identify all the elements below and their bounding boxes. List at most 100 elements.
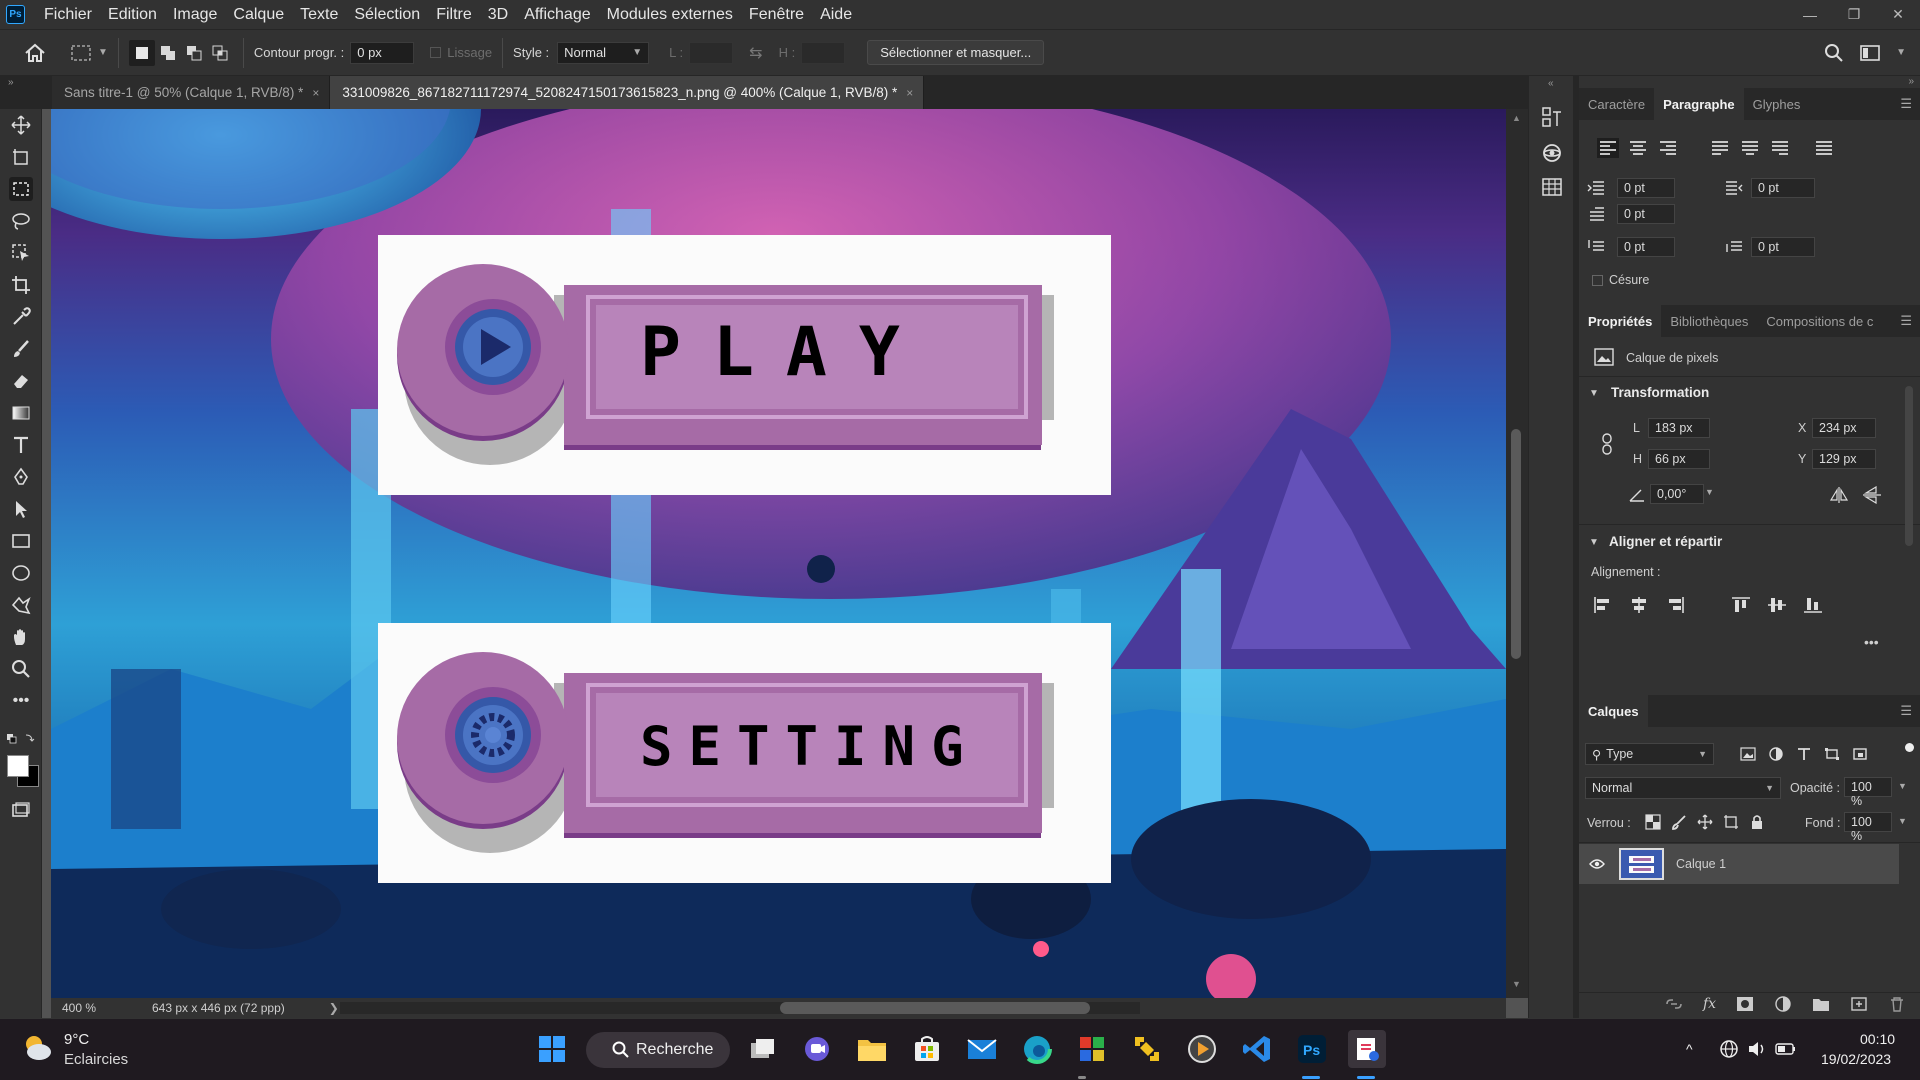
indent-left-input[interactable]: 0 pt: [1617, 178, 1675, 198]
more-tools-icon[interactable]: •••: [9, 689, 33, 713]
tab-sans-titre[interactable]: Sans titre-1 @ 50% (Calque 1, RVB/8) * ×: [52, 76, 331, 109]
filter-adjustment-icon[interactable]: [1768, 747, 1784, 761]
tab-compositions[interactable]: Compositions de c: [1757, 305, 1882, 337]
opacity-chevron-icon[interactable]: ▼: [1898, 781, 1907, 791]
height-input[interactable]: [801, 41, 846, 64]
menu-texte[interactable]: Texte: [292, 6, 346, 24]
lock-artboard-icon[interactable]: [1723, 814, 1739, 830]
swap-icon[interactable]: ⇆: [749, 43, 762, 63]
horizontal-scroll-thumb[interactable]: [780, 1002, 1090, 1014]
zoom-tool-icon[interactable]: [9, 657, 33, 681]
table-panel-icon[interactable]: [1541, 176, 1563, 203]
game-launcher-icon[interactable]: [1130, 1032, 1164, 1066]
path-selection-tool-icon[interactable]: [9, 497, 33, 521]
rectangular-marquee-tool-icon[interactable]: [9, 177, 33, 201]
restore-icon[interactable]: ❐: [1832, 0, 1876, 29]
clock-date[interactable]: 19/02/2023: [1821, 1051, 1891, 1067]
collapse-strip-icon[interactable]: «: [1548, 78, 1554, 89]
flip-vertical-icon[interactable]: [1862, 486, 1882, 504]
tab-paragraphe[interactable]: Paragraphe: [1654, 88, 1744, 120]
align-left-edges-icon[interactable]: [1593, 596, 1613, 614]
menu-fenetre[interactable]: Fenêtre: [741, 6, 812, 24]
tab-calques[interactable]: Calques: [1579, 695, 1648, 727]
layer-style-icon[interactable]: fx: [1703, 996, 1716, 1012]
lissage-checkbox[interactable]: [430, 47, 442, 58]
flip-horizontal-icon[interactable]: [1829, 486, 1849, 504]
tab-caractere[interactable]: Caractère: [1579, 88, 1654, 120]
collapse-panels-icon[interactable]: »: [1908, 76, 1914, 87]
scroll-down-icon[interactable]: ▼: [1512, 979, 1521, 989]
close-tab-icon[interactable]: ×: [312, 86, 319, 100]
more-options-button[interactable]: •••: [1864, 634, 1879, 650]
menu-fichier[interactable]: Fichier: [36, 6, 100, 24]
workspace-chevron-icon[interactable]: ▼: [1896, 47, 1906, 58]
opacity-input[interactable]: 100 %: [1844, 777, 1892, 808]
indent-right-input[interactable]: 0 pt: [1751, 178, 1815, 198]
fill-input[interactable]: 100 %: [1844, 812, 1892, 843]
layer-filter-select[interactable]: ⚲ Type ▼: [1585, 743, 1714, 765]
align-chevron-icon[interactable]: ▼: [1589, 537, 1599, 548]
layer-row-calque-1[interactable]: Calque 1: [1579, 844, 1899, 884]
transformation-chevron-icon[interactable]: ▼: [1589, 388, 1599, 399]
justify-center-icon[interactable]: [1739, 138, 1761, 158]
filter-type-icon[interactable]: [1796, 747, 1812, 761]
menu-modules-externes[interactable]: Modules externes: [599, 6, 741, 24]
edge-browser-icon[interactable]: [1020, 1032, 1054, 1066]
tab-glyphes[interactable]: Glyphes: [1744, 88, 1810, 120]
height-input[interactable]: 66 px: [1648, 449, 1710, 469]
adjustment-layer-icon[interactable]: [1774, 996, 1792, 1012]
visibility-eye-icon[interactable]: [1589, 858, 1605, 870]
windows-start-icon[interactable]: [535, 1032, 569, 1066]
tab-bibliotheques[interactable]: Bibliothèques: [1661, 305, 1757, 337]
crop-tool-icon[interactable]: [9, 273, 33, 297]
battery-icon[interactable]: [1775, 1039, 1797, 1059]
layer-name[interactable]: Calque 1: [1676, 857, 1726, 871]
new-layer-icon[interactable]: [1850, 996, 1868, 1012]
horizontal-scrollbar[interactable]: [340, 1002, 1140, 1014]
history-panel-icon[interactable]: [1541, 106, 1563, 133]
vertical-scroll-thumb[interactable]: [1511, 429, 1521, 659]
file-explorer-icon[interactable]: [855, 1032, 889, 1066]
align-vertical-centers-icon[interactable]: [1767, 596, 1787, 614]
filter-shape-icon[interactable]: [1824, 747, 1840, 761]
volume-icon[interactable]: [1747, 1039, 1767, 1059]
menu-affichage[interactable]: Affichage: [516, 6, 598, 24]
align-top-edges-icon[interactable]: [1731, 596, 1751, 614]
show-hidden-icons-chevron[interactable]: ^: [1686, 1041, 1693, 1057]
link-dimensions-icon[interactable]: [1600, 433, 1614, 455]
workspace-icon[interactable]: [1860, 44, 1880, 62]
teams-chat-icon[interactable]: [800, 1032, 834, 1066]
lock-position-icon[interactable]: [1697, 814, 1713, 830]
justify-right-icon[interactable]: [1769, 138, 1791, 158]
gradient-tool-icon[interactable]: [9, 401, 33, 425]
indent-first-line-input[interactable]: 0 pt: [1617, 204, 1675, 224]
custom-shape-tool-icon[interactable]: [9, 593, 33, 617]
width-input[interactable]: [689, 41, 734, 64]
ellipse-tool-icon[interactable]: [9, 561, 33, 585]
angle-chevron-icon[interactable]: ▼: [1705, 487, 1714, 497]
menu-edition[interactable]: Edition: [100, 6, 165, 24]
collapse-tabs-icon[interactable]: »: [8, 77, 14, 88]
taskbar-search[interactable]: Recherche: [586, 1032, 730, 1068]
menu-image[interactable]: Image: [165, 6, 225, 24]
panel-menu-icon[interactable]: ☰: [1900, 703, 1920, 719]
angle-input[interactable]: 0,00°: [1650, 484, 1704, 504]
properties-scroll-thumb[interactable]: [1905, 386, 1913, 546]
eraser-tool-icon[interactable]: [9, 369, 33, 393]
3d-panel-icon[interactable]: [1541, 142, 1563, 169]
screen-mode-icon[interactable]: [9, 798, 33, 822]
delete-layer-icon[interactable]: [1888, 996, 1906, 1012]
close-window-icon[interactable]: ✕: [1876, 0, 1920, 29]
marquee-preset-button[interactable]: ▼: [70, 44, 108, 62]
x-input[interactable]: 234 px: [1812, 418, 1876, 438]
align-left-icon[interactable]: [1597, 138, 1619, 158]
document-canvas[interactable]: PLAY SETTING: [51, 109, 1506, 998]
align-bottom-edges-icon[interactable]: [1803, 596, 1823, 614]
photoshop-taskbar-icon[interactable]: Ps: [1295, 1032, 1329, 1066]
menu-filtre[interactable]: Filtre: [428, 6, 480, 24]
new-selection-button[interactable]: [128, 39, 155, 66]
move-tool-icon[interactable]: [9, 113, 33, 137]
space-before-input[interactable]: 0 pt: [1617, 237, 1675, 257]
snipping-tool-icon[interactable]: [1348, 1030, 1386, 1068]
zoom-level[interactable]: 400 %: [62, 1001, 152, 1015]
